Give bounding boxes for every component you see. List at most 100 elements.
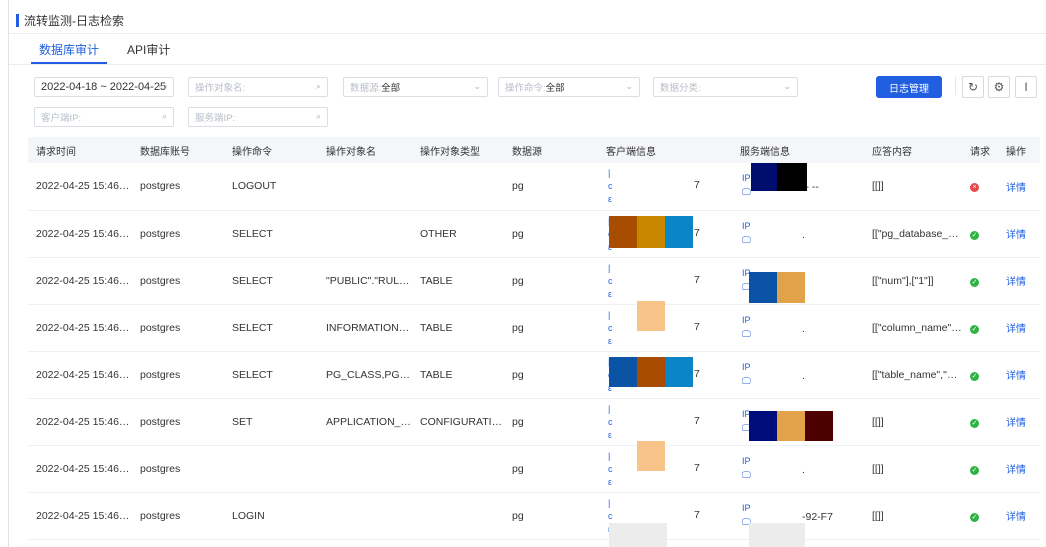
log-manage-button[interactable]: 日志管理 [876, 76, 942, 98]
col-client-info[interactable]: 客户端信息 [598, 137, 732, 163]
refresh-icon[interactable]: ↻ [962, 76, 984, 98]
action-cell: 详情 [998, 210, 1040, 257]
server-info-tail: . [802, 463, 805, 476]
action-cell: 详情 [998, 398, 1040, 445]
response-content: [[]] [872, 509, 884, 522]
datasource: pg [512, 509, 524, 522]
detail-link[interactable]: 详情 [1006, 277, 1026, 288]
server-ip-label: IP [742, 502, 751, 513]
server-ip-placeholder: 服务端IP: [195, 113, 236, 124]
server-info-tail: -92-F7 [802, 510, 833, 523]
db-account: postgres [140, 321, 181, 334]
datasource-value: 全部 [381, 83, 401, 94]
server-info-tail: . [802, 322, 805, 335]
detail-link[interactable]: 详情 [1006, 465, 1026, 476]
detail-link[interactable]: 详情 [1006, 512, 1026, 523]
request-time: 2022-04-25 15:46:53 [36, 227, 132, 240]
client-ip-placeholder: 客户端IP: [41, 113, 82, 124]
action-cell: 详情 [998, 257, 1040, 304]
redaction-block [609, 357, 637, 387]
col-response[interactable]: 应答内容 [864, 137, 962, 163]
col-datasource[interactable]: 数据源 [504, 137, 598, 163]
db-account: postgres [140, 180, 181, 193]
calendar-icon: ▭ [158, 81, 167, 91]
client-info-lines: |cε [608, 450, 613, 487]
detail-link[interactable]: 详情 [1006, 418, 1026, 429]
detail-link[interactable]: 详情 [1006, 371, 1026, 382]
datasource: pg [512, 274, 524, 287]
redaction-block [749, 411, 777, 441]
col-object-type[interactable]: 操作对象类型 [412, 137, 504, 163]
request-status: ✓ [962, 210, 998, 257]
command-select[interactable]: 操作命令: 全部 ⌄ [498, 77, 640, 97]
table-row: 2022-04-25 15:46:53postgresLOGINpg|cε7IP… [28, 492, 1040, 539]
detail-link[interactable]: 详情 [1006, 183, 1026, 194]
client-info-lines: |cε [608, 262, 613, 299]
client-num: 7 [694, 367, 700, 380]
client-num: 7 [694, 508, 700, 521]
table-row: 2022-04-25 15:46:53 postgres SELECT INFORMA… [28, 304, 1040, 351]
detail-link[interactable]: 详情 [1006, 324, 1026, 335]
success-status-icon: ✓ [970, 465, 979, 475]
audit-log-table: 请求时间 数据库账号 操作命令 操作对象名 操作对象类型 数据源 客户端信息 服… [28, 137, 1040, 540]
db-account: postgres [140, 227, 181, 240]
settings-icon[interactable]: ⚙ [988, 76, 1010, 98]
action-cell: 详情 [998, 163, 1040, 210]
redaction-block [637, 216, 665, 248]
server-info: IP 🖵. [732, 351, 864, 398]
datasource-select[interactable]: 数据源: 全部 ⌄ [343, 77, 488, 97]
app-frame: 流转监测-日志检索 数据库审计 API审计 2022-04-18 ~ 2022-… [0, 0, 1046, 547]
table-row: 2022-04-25 15:46:53 postgres SET APPLICATIO… [28, 398, 1040, 445]
toolbar-divider [955, 77, 956, 95]
request-status: ✓ [962, 257, 998, 304]
server-info: IP 🖵. [732, 304, 864, 351]
server-info: IP 🖵. [732, 210, 864, 257]
response-content: [["table_name","sc... [872, 368, 962, 381]
request-status: ✓ [962, 351, 998, 398]
action-cell: 详情 [998, 304, 1040, 351]
object-name-input[interactable]: 操作对象名: ⌕ [188, 77, 328, 97]
col-request-status[interactable]: 请求 [962, 137, 998, 163]
redaction-block [777, 163, 807, 191]
col-server-info[interactable]: 服务端信息 [732, 137, 864, 163]
success-status-icon: ✓ [970, 230, 979, 240]
col-request-time[interactable]: 请求时间 [28, 137, 132, 163]
server-ip-label: IP [742, 314, 751, 325]
col-command[interactable]: 操作命令 [224, 137, 318, 163]
response-content: [[]] [872, 415, 884, 428]
date-range-picker[interactable]: 2022-04-18 ~ 2022-04-25 ▭ [34, 77, 174, 97]
success-status-icon: ✓ [970, 418, 979, 428]
object-type [412, 445, 504, 492]
redaction-block [777, 272, 805, 303]
server-ip-input[interactable]: 服务端IP: ⌕ [188, 107, 328, 127]
column-icon[interactable]: I [1015, 76, 1037, 98]
server-ip-label: IP [742, 361, 751, 372]
client-ip-input[interactable]: 客户端IP: ⌕ [34, 107, 174, 127]
command: LOGOUT [232, 180, 277, 193]
client-num: 7 [694, 273, 700, 286]
chevron-down-icon: ⌄ [783, 81, 791, 91]
client-num: 7 [694, 179, 700, 192]
data-category-select[interactable]: 数据分类: ⌄ [653, 77, 798, 97]
error-status-icon: × [970, 183, 979, 193]
datasource: pg [512, 462, 524, 475]
monitor-icon: 🖵 [742, 187, 751, 198]
object-type [412, 492, 504, 539]
col-db-account[interactable]: 数据库账号 [132, 137, 224, 163]
tab-database-audit[interactable]: 数据库审计 [25, 36, 113, 64]
tabs-divider [9, 64, 1046, 65]
table-row: 2022-04-25 15:46:53 postgres SELECT "PUBLIC… [28, 257, 1040, 304]
tab-api-audit[interactable]: API审计 [113, 36, 184, 64]
monitor-icon: 🖵 [742, 375, 751, 386]
tab-bar: 数据库审计 API审计 [25, 36, 184, 64]
db-account: postgres [140, 368, 181, 381]
client-info-lines: |cε [608, 168, 613, 205]
page-title: 流转监测-日志检索 [24, 13, 124, 28]
detail-link[interactable]: 详情 [1006, 230, 1026, 241]
object-name-placeholder: 操作对象名: [195, 83, 246, 94]
server-info-tail: . [802, 228, 805, 241]
col-object-name[interactable]: 操作对象名 [318, 137, 412, 163]
object-name [318, 445, 412, 492]
object-type [412, 163, 504, 210]
command-label: 操作命令: [505, 83, 546, 94]
